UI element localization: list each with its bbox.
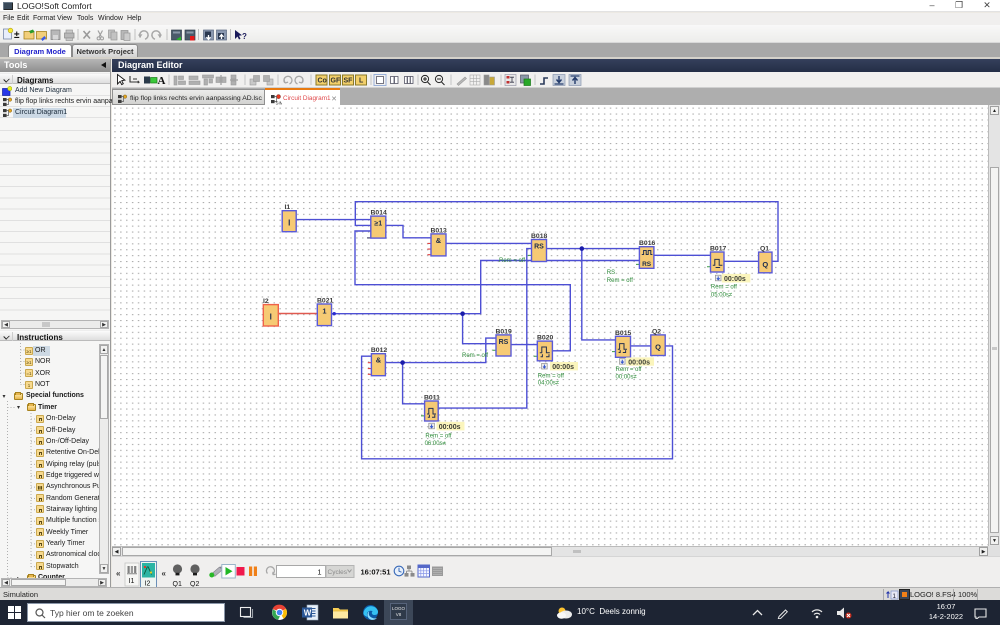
svg-text:05:00s≠: 05:00s≠: [711, 293, 733, 299]
svg-text:SIM: SIM: [276, 100, 283, 105]
svg-text:B012: B012: [371, 347, 387, 354]
svg-text:I1: I1: [129, 578, 135, 585]
svg-text:RS: RS: [534, 243, 544, 250]
svg-text:RS: RS: [499, 339, 509, 346]
svg-text:RS: RS: [642, 261, 652, 268]
svg-text:B011: B011: [424, 395, 440, 402]
svg-text:?: ?: [242, 32, 247, 41]
svg-text:Rem = off: Rem = off: [616, 367, 642, 373]
svg-text:00:00s: 00:00s: [439, 424, 461, 431]
svg-text:1: 1: [317, 568, 321, 577]
svg-text:00:00s≠: 00:00s≠: [616, 375, 638, 381]
svg-text:Q1: Q1: [760, 246, 769, 253]
svg-text:&: &: [436, 236, 442, 245]
svg-text:Q: Q: [762, 260, 768, 269]
svg-text:B014: B014: [371, 210, 387, 217]
svg-text:SF: SF: [344, 78, 354, 85]
svg-text:06:00s≠: 06:00s≠: [425, 441, 447, 447]
svg-text:I1: I1: [285, 204, 291, 211]
svg-text:16:07:51: 16:07:51: [361, 568, 391, 577]
svg-text:00:00s: 00:00s: [628, 359, 650, 366]
svg-text:Rem = off: Rem = off: [607, 278, 633, 284]
svg-text:Rem = off: Rem = off: [425, 433, 451, 439]
svg-text:I: I: [288, 219, 290, 228]
svg-text:Rem = off: Rem = off: [462, 353, 488, 359]
svg-text:W: W: [304, 609, 312, 618]
svg-text:1: 1: [322, 306, 326, 315]
svg-text:Cycles: Cycles: [328, 569, 348, 576]
svg-text:B015: B015: [615, 330, 631, 337]
svg-text:Rem = off: Rem = off: [499, 258, 525, 264]
svg-text:GF: GF: [331, 78, 341, 85]
svg-text:B019: B019: [496, 328, 512, 335]
svg-text:00:00s: 00:00s: [724, 276, 746, 283]
svg-text:00:00s: 00:00s: [552, 364, 574, 371]
svg-text:±: ±: [14, 30, 20, 41]
svg-text:Q2: Q2: [652, 328, 661, 335]
svg-text:B017: B017: [710, 246, 726, 253]
svg-text:I2: I2: [263, 298, 269, 305]
svg-text:Q: Q: [655, 342, 661, 351]
svg-text:B021: B021: [317, 298, 333, 305]
svg-text:Rem = off: Rem = off: [711, 285, 737, 291]
svg-text:B013: B013: [431, 227, 447, 234]
svg-text:A: A: [158, 75, 166, 87]
svg-text:&: &: [376, 356, 382, 365]
svg-text:04:00s≠: 04:00s≠: [538, 381, 560, 387]
svg-text:≥1: ≥1: [374, 221, 382, 228]
svg-text:B020: B020: [537, 335, 553, 342]
svg-text:Co: Co: [318, 78, 327, 85]
svg-text:Rem = off: Rem = off: [538, 374, 564, 380]
svg-text:B016: B016: [639, 240, 655, 247]
svg-text:B018: B018: [531, 233, 547, 240]
svg-text:«: «: [162, 569, 167, 578]
svg-text:RS: RS: [607, 270, 615, 276]
svg-text:I: I: [270, 313, 272, 322]
svg-text:«: «: [116, 569, 121, 578]
svg-text:L: L: [359, 78, 364, 85]
